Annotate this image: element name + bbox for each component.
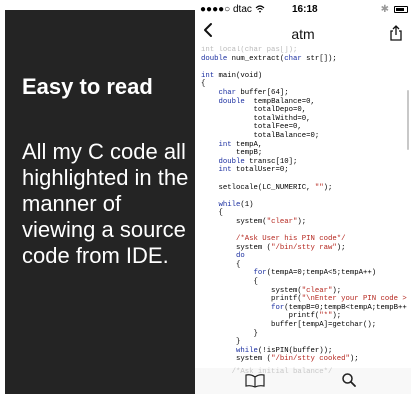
- book-icon: [245, 374, 265, 388]
- wifi-icon: [255, 5, 265, 13]
- code-line: system ("/bin/stty cooked");: [201, 355, 359, 364]
- code-line: totalBalance=0;: [201, 131, 320, 140]
- code-line: buffer[tempA]=getchar();: [201, 321, 377, 329]
- code-line: for(tempB=0;tempB<tempA;tempB++: [271, 303, 407, 312]
- code-line: setlocale(LC_NUMERIC, "");: [201, 183, 333, 192]
- code-line: {: [201, 209, 223, 218]
- promo-description: All my C code all highlighted in the man…: [22, 139, 189, 268]
- share-button[interactable]: [389, 25, 403, 41]
- code-line: totalDepo=0,: [201, 106, 307, 115]
- code-line: /*Ask User his PIN code*/: [236, 235, 346, 244]
- code-line: {: [201, 260, 241, 269]
- code-line: totalWithd=0,: [201, 114, 311, 123]
- battery-icon: [394, 6, 408, 13]
- code-line: tempB;: [201, 149, 263, 158]
- code-line: int totalUser=0;: [218, 166, 289, 175]
- status-bar: ●●●●○ dtac 16:18 ✱: [195, 0, 411, 18]
- search-button[interactable]: [341, 372, 357, 388]
- promo-tagline: Easy to read: [22, 74, 153, 99]
- share-icon: [390, 25, 402, 41]
- bluetooth-icon: ✱: [380, 4, 389, 15]
- code-line: while(1): [218, 200, 254, 209]
- code-line: int local(char pas[]);: [201, 46, 298, 54]
- code-line: }: [201, 329, 258, 338]
- code-line: {: [201, 80, 206, 89]
- scroll-indicator[interactable]: [407, 90, 409, 150]
- source-code: int local(char pas[]); double num_extract…: [195, 46, 411, 364]
- code-line: double num_extract(char str[]);: [201, 54, 337, 63]
- code-line: system("clear");: [201, 217, 307, 226]
- clock: 16:18: [292, 4, 318, 15]
- bookmarks-button[interactable]: [245, 374, 265, 388]
- code-line: }: [201, 338, 241, 347]
- code-view[interactable]: int local(char pas[]); double num_extract…: [195, 46, 411, 364]
- code-behind-toolbar: /*Ask initial balance*/: [201, 368, 333, 376]
- code-line: double tempBalance=0,: [218, 97, 315, 106]
- code-line: char buffer[64];: [218, 88, 289, 97]
- bottom-toolbar: /*Ask initial balance*/: [195, 368, 411, 394]
- code-line: int main(void): [201, 71, 263, 80]
- code-line: totalFee=0,: [201, 123, 302, 132]
- code-line: printf("*");: [201, 312, 342, 321]
- code-line: printf("\nEnter your PIN code >: [201, 295, 407, 304]
- code-line: double transc[10];: [218, 157, 298, 166]
- navigation-bar: atm: [195, 18, 411, 48]
- code-line: system("clear");: [201, 286, 342, 295]
- search-icon: [342, 373, 356, 387]
- code-line: int tempA,: [218, 140, 263, 149]
- code-line: for(tempA=0;tempA<5;tempA++): [253, 269, 377, 278]
- code-line: system ("/bin/stty raw");: [201, 243, 346, 252]
- carrier-label: ●●●●○ dtac: [200, 4, 265, 15]
- promo-panel: Easy to read All my C code all highlight…: [5, 10, 195, 394]
- code-line: do: [236, 252, 245, 261]
- page-title: atm: [291, 26, 315, 42]
- code-line: {: [201, 278, 258, 287]
- carrier-text: ●●●●○ dtac: [200, 4, 252, 15]
- code-line: while(!isPIN(buffer));: [236, 346, 333, 355]
- phone-screen: ●●●●○ dtac 16:18 ✱ atm int local(char pa…: [195, 0, 411, 394]
